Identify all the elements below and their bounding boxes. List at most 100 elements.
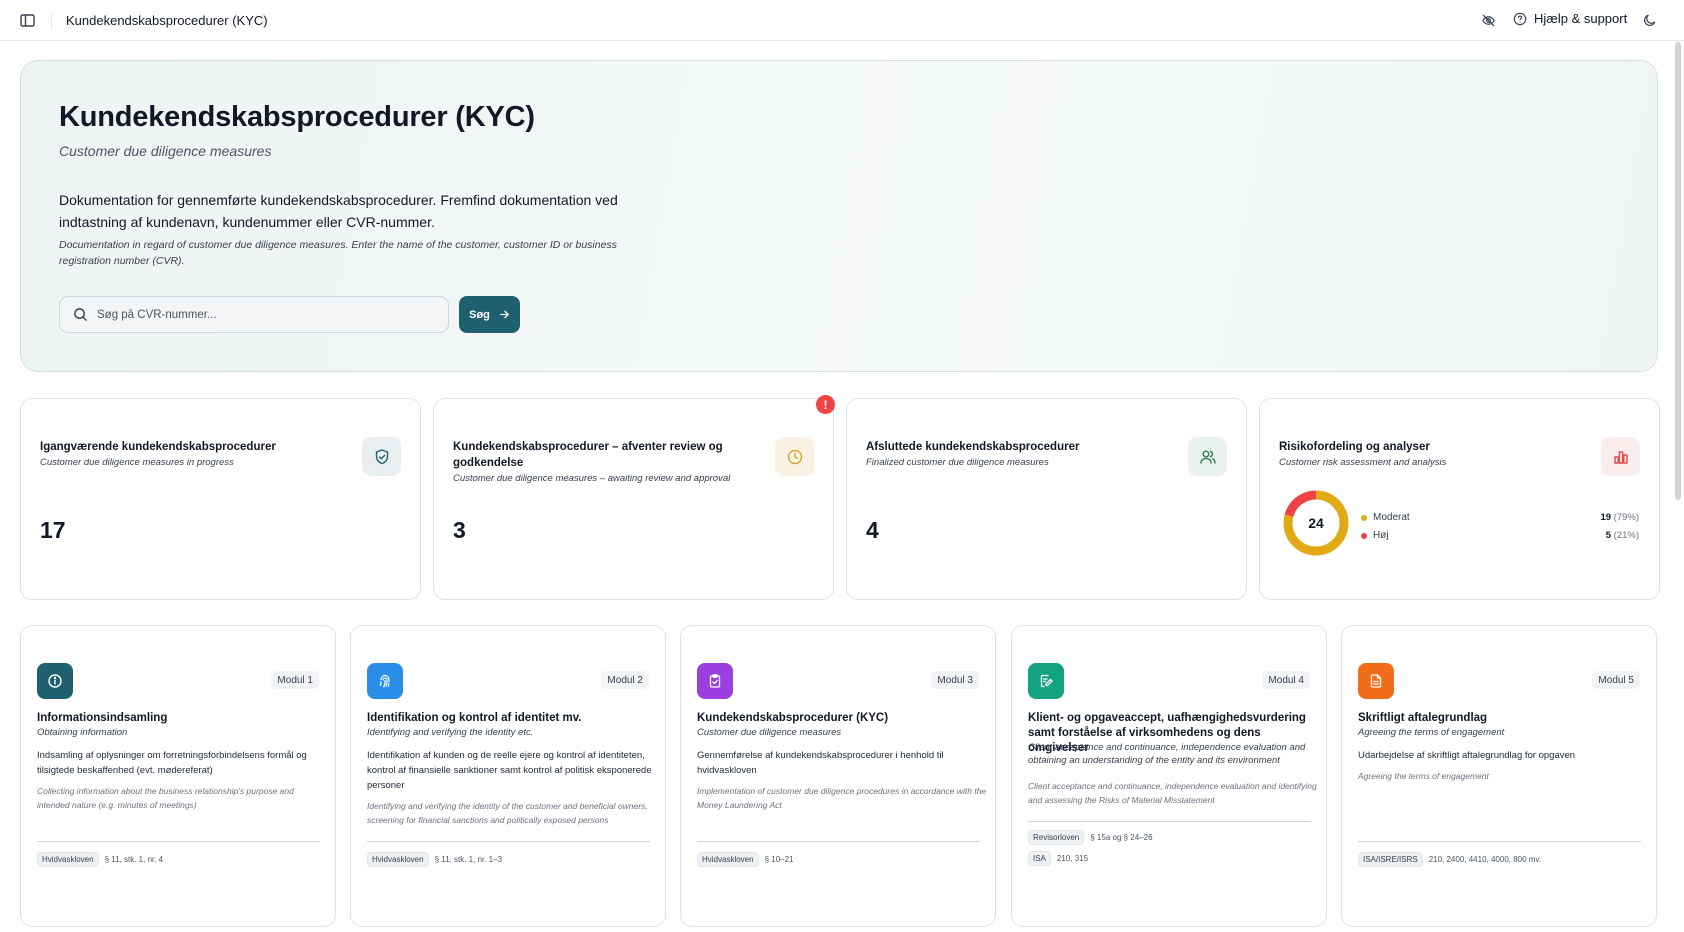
shield-icon	[362, 437, 401, 476]
stat-card-subtitle: Finalized customer due diligence measure…	[866, 457, 1049, 468]
module-card-1[interactable]: Modul 1 Informationsindsamling Obtaining…	[20, 625, 336, 927]
stat-card-title: Risikofordeling og analyser	[1279, 441, 1430, 453]
module-divider	[1028, 821, 1311, 822]
stat-card-awaiting-review[interactable]: Kundekendskabsprocedurer – afventer revi…	[433, 398, 834, 600]
law-section: § 15a og § 24–26	[1090, 833, 1153, 842]
module-description: Gennemførelse af kundekendskabsprocedure…	[697, 750, 944, 776]
law-section: 210, 2400, 4410, 4000, 800 mv.	[1428, 855, 1542, 864]
module-badge: Modul 1	[271, 671, 319, 689]
file-edit-icon	[1028, 663, 1064, 699]
page-scrollbar[interactable]	[1675, 42, 1681, 500]
module-badge: Modul 4	[1262, 671, 1310, 689]
legend-dot	[1361, 532, 1367, 539]
search-button[interactable]: Søg	[459, 296, 520, 333]
legend-label: Moderat	[1373, 512, 1410, 523]
law-section: 210, 315	[1056, 854, 1089, 863]
law-section: § 11, stk. 1, nr. 4	[104, 855, 164, 864]
module-card-2[interactable]: Modul 2 Identifikation og kontrol af ide…	[350, 625, 666, 927]
legend-count: 5	[1605, 530, 1612, 541]
module-description: Indsamling af oplysninger om forretnings…	[37, 750, 307, 776]
top-bar: Kundekendskabsprocedurer (KYC) Hjælp & s…	[0, 0, 1684, 41]
law-tag: Hvidvaskloven	[697, 852, 759, 867]
module-law-ref: Revisorloven § 15a og § 24–26	[1028, 830, 1153, 845]
hero-section: Kundekendskabsprocedurer (KYC) Customer …	[20, 60, 1658, 372]
module-law-ref: Hvidvaskloven § 10–21	[697, 852, 794, 867]
info-icon	[37, 663, 73, 699]
module-description: Udarbejdelse af skriftligt aftalegrundla…	[1358, 750, 1576, 761]
arrow-right-icon	[500, 310, 509, 319]
module-description-en: Collecting information about the busines…	[37, 786, 294, 810]
users-icon	[1188, 437, 1227, 476]
page-description: Dokumentation for gennemførte kundekends…	[59, 192, 618, 230]
module-law-ref: Hvidvaskloven § 11, stk. 1, nr. 1–3	[367, 852, 502, 867]
module-law-ref: ISA/ISRE/ISRS 210, 2400, 4410, 4000, 800…	[1358, 852, 1541, 867]
bar-chart-icon	[1601, 437, 1640, 476]
help-circle-icon	[1513, 12, 1527, 25]
cvr-search-input[interactable]	[97, 308, 417, 321]
page-subtitle: Customer due diligence measures	[59, 143, 272, 159]
module-divider	[37, 841, 320, 842]
stat-card-in-progress[interactable]: Igangværende kundekendskabsprocedurer Cu…	[20, 398, 421, 600]
module-description: Identifikation af kunden og de reelle ej…	[367, 750, 652, 791]
search-box	[59, 296, 449, 333]
stat-card-subtitle: Customer risk assessment and analysis	[1279, 457, 1447, 468]
help-support-label: Hjælp & support	[1534, 11, 1628, 26]
module-card-3[interactable]: Modul 3 Kundekendskabsprocedurer (KYC) C…	[680, 625, 996, 927]
legend-label: Høj	[1373, 530, 1389, 541]
law-section: § 11, stk. 1, nr. 1–3	[434, 855, 503, 864]
stat-card-title: Afsluttede kundekendskabsprocedurer	[866, 441, 1080, 453]
sidebar-toggle-icon[interactable]	[19, 12, 36, 29]
module-law-ref: ISA 210, 315	[1028, 851, 1088, 866]
clipboard-check-icon	[697, 663, 733, 699]
module-subtitle: Obtaining information	[37, 727, 128, 738]
module-title: Identifikation og kontrol af identitet m…	[367, 712, 582, 724]
module-badge: Modul 3	[931, 671, 979, 689]
module-card-4[interactable]: Modul 4 Klient- og opgaveaccept, uafhæng…	[1011, 625, 1327, 927]
risk-total: 24	[1308, 515, 1324, 531]
stat-card-risk-distribution[interactable]: Risikofordeling og analyser Customer ris…	[1259, 398, 1660, 600]
module-subtitle: Agreeing the terms of engagement	[1358, 727, 1505, 738]
module-badge: Modul 5	[1592, 671, 1640, 689]
stat-card-title: Kundekendskabsprocedurer – afventer revi…	[453, 441, 723, 469]
module-divider	[1358, 841, 1641, 842]
module-card-5[interactable]: Modul 5 Skriftligt aftalegrundlag Agreei…	[1341, 625, 1657, 927]
module-subtitle: Identifying and verifying the identity e…	[367, 727, 534, 738]
law-tag: Hvidvaskloven	[367, 852, 429, 867]
eye-off-icon[interactable]	[1481, 13, 1496, 28]
law-tag: ISA/ISRE/ISRS	[1358, 852, 1423, 867]
module-title: Kundekendskabsprocedurer (KYC)	[697, 712, 889, 724]
module-divider	[367, 841, 650, 842]
search-button-label: Søg	[469, 308, 490, 321]
law-tag: ISA	[1028, 851, 1051, 866]
moon-icon[interactable]	[1642, 13, 1657, 28]
stat-card-count: 3	[453, 517, 466, 543]
risk-donut-chart: 24	[1283, 490, 1349, 556]
alert-badge: !	[816, 395, 835, 414]
legend-pct: (79%)	[1613, 512, 1639, 523]
help-support-button[interactable]: Hjælp & support	[1513, 11, 1627, 26]
module-subtitle: Customer due diligence measures	[697, 727, 842, 738]
module-law-ref: Hvidvaskloven § 11, stk. 1, nr. 4	[37, 852, 163, 867]
module-description-en: Implementation of customer due diligence…	[697, 786, 987, 810]
module-badge: Modul 2	[601, 671, 649, 689]
module-description-en: Client acceptance and continuance, indep…	[1028, 781, 1317, 805]
stat-card-title: Igangværende kundekendskabsprocedurer	[40, 441, 276, 453]
search-icon	[74, 308, 87, 321]
legend-pct: (21%)	[1613, 530, 1639, 541]
module-subtitle: Client acceptance and continuance, indep…	[1028, 742, 1306, 766]
module-title: Informationsindsamling	[37, 712, 168, 724]
page-breadcrumb-title: Kundekendskabsprocedurer (KYC)	[66, 13, 268, 28]
document-icon	[1358, 663, 1394, 699]
topbar-separator	[51, 12, 52, 29]
stat-card-finalized[interactable]: Afsluttede kundekendskabsprocedurer Fina…	[846, 398, 1247, 600]
stat-card-count: 4	[866, 517, 879, 543]
fingerprint-icon	[367, 663, 403, 699]
legend-value: 19 (79%)	[1600, 512, 1639, 523]
module-title: Skriftligt aftalegrundlag	[1358, 712, 1488, 724]
law-section: § 10–21	[764, 855, 794, 864]
module-description-en: Agreeing the terms of engagement	[1358, 771, 1489, 781]
risk-legend-hoej: Høj 5 (21%)	[1361, 530, 1639, 541]
law-tag: Hvidvaskloven	[37, 852, 99, 867]
module-divider	[697, 841, 980, 842]
legend-dot	[1361, 514, 1367, 521]
